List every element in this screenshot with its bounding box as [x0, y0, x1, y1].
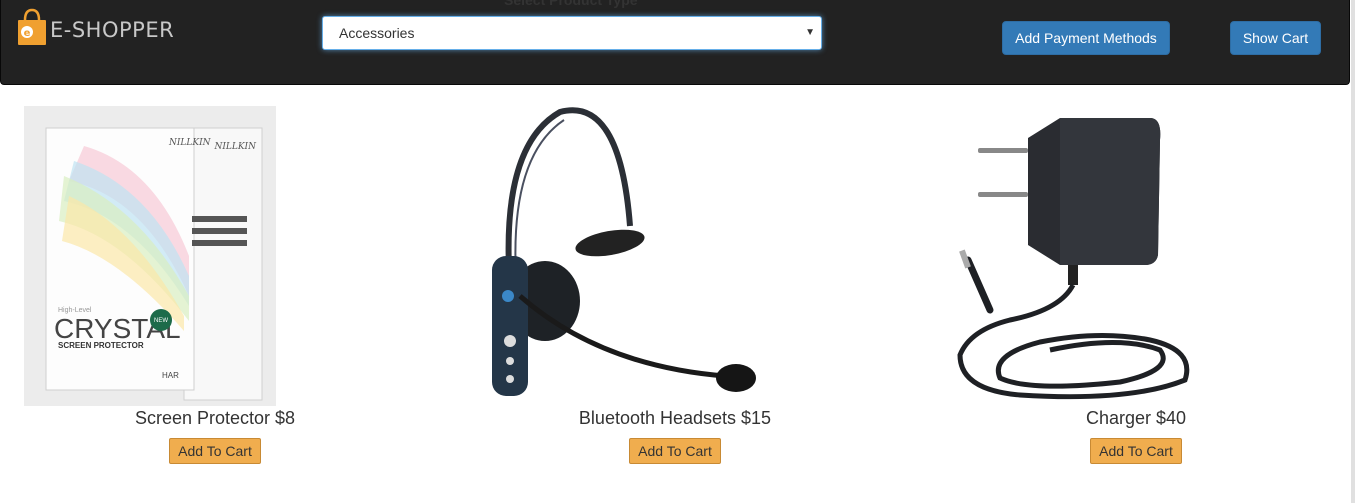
add-payment-methods-button[interactable]: Add Payment Methods [1002, 21, 1170, 55]
nillkin-text: NILLKIN [168, 138, 212, 148]
shopping-bag-icon: e [18, 8, 46, 45]
product-type-select[interactable]: Accessories ▼ [322, 16, 822, 50]
charger-image[interactable] [950, 110, 1195, 400]
product-type-selected-value: Accessories [339, 25, 415, 41]
product-name: Screen Protector $8 [134, 408, 296, 428]
new-badge-text: NEW [154, 318, 168, 324]
svg-text:e: e [24, 28, 31, 39]
select-product-type-label: Select Product Type [504, 0, 638, 8]
product-name: Charger $40 [1085, 408, 1187, 428]
navbar: e E-SHOPPER Select Product Type Accessor… [0, 0, 1350, 85]
show-cart-button[interactable]: Show Cart [1230, 21, 1321, 55]
har-text: HAR [162, 371, 179, 380]
chevron-down-icon: ▼ [805, 27, 815, 38]
add-to-cart-button[interactable]: Add To Cart [629, 438, 721, 464]
page-scrollbar[interactable] [1351, 0, 1355, 503]
add-to-cart-button[interactable]: Add To Cart [1090, 438, 1182, 464]
brand-logo[interactable]: e E-SHOPPER [17, 7, 174, 47]
product-name: Bluetooth Headsets $15 [578, 408, 772, 428]
nillkin-text-back: NILLKIN [213, 142, 257, 152]
add-to-cart-button[interactable]: Add To Cart [169, 438, 261, 464]
brand-name: E-SHOPPER [50, 17, 175, 42]
screen-protector-image[interactable]: NILLKIN NILLKIN High-Level CRYSTAL SCREE… [24, 106, 276, 406]
screen-protector-text: SCREEN PROTECTOR [58, 341, 144, 350]
bluetooth-headset-image[interactable] [480, 106, 770, 398]
